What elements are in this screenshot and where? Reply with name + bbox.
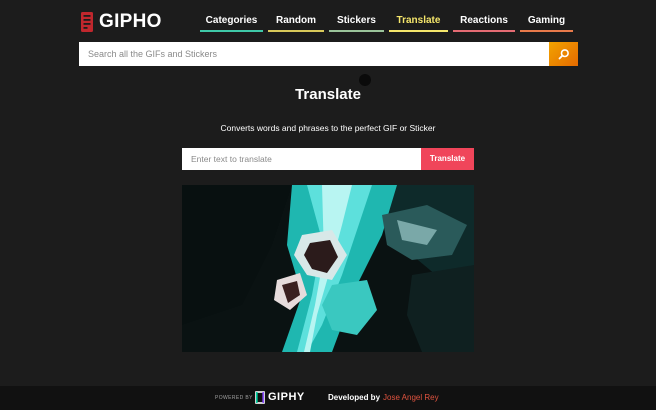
nav-item-categories[interactable]: Categories	[200, 11, 263, 32]
main-nav: Categories Random Stickers Translate Rea…	[0, 11, 656, 33]
nav-item-reactions[interactable]: Reactions	[453, 11, 515, 32]
nav-underline	[453, 30, 515, 32]
nav-underline	[520, 30, 573, 32]
search-input[interactable]	[79, 42, 549, 66]
header: GIPHO Categories Random Stickers Transla…	[0, 0, 656, 42]
nav-item-stickers[interactable]: Stickers	[329, 11, 384, 32]
nav-item-gaming[interactable]: Gaming	[520, 11, 573, 32]
nav-label: Gaming	[527, 15, 566, 26]
developed-by-label: Developed by	[328, 393, 381, 402]
page-subtitle: Converts words and phrases to the perfec…	[220, 123, 436, 133]
page-title: Translate	[295, 86, 361, 103]
loading-spinner	[359, 74, 371, 86]
developer-link[interactable]: Jose Angel Rey	[383, 393, 439, 402]
nav-underline	[268, 30, 324, 32]
nav-label: Stickers	[337, 15, 376, 26]
translate-button[interactable]: Translate	[421, 148, 474, 170]
search-icon	[558, 49, 569, 60]
footer: POWERED BY GIPHY Developed by Jose Angel…	[0, 386, 656, 410]
nav-underline	[200, 30, 263, 32]
translate-form: Translate	[182, 148, 474, 170]
nav-label: Categories	[205, 15, 258, 26]
nav-underline	[389, 30, 448, 32]
giphy-logo-icon	[255, 391, 265, 404]
translated-gif[interactable]	[182, 185, 474, 352]
nav-label: Translate	[396, 15, 441, 26]
nav-underline	[329, 30, 384, 32]
nav-label: Reactions	[460, 15, 508, 26]
gif-image	[182, 185, 474, 352]
search-button[interactable]	[549, 42, 578, 66]
search-bar	[79, 42, 578, 66]
nav-item-translate[interactable]: Translate	[389, 11, 448, 32]
giphy-wordmark: GIPHY	[268, 391, 305, 403]
powered-by-label: POWERED BY	[215, 395, 253, 401]
translate-input[interactable]	[182, 148, 421, 170]
nav-label: Random	[276, 15, 316, 26]
nav-item-random[interactable]: Random	[268, 11, 324, 32]
